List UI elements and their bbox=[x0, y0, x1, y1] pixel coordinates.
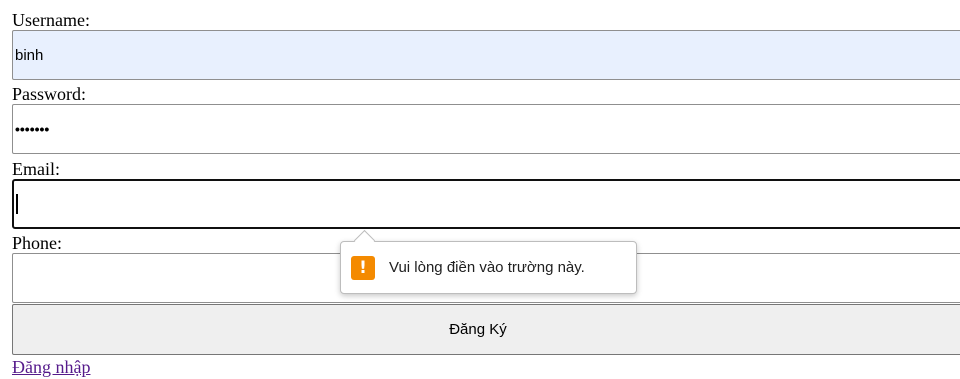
password-value: ••••••• bbox=[15, 121, 50, 137]
login-link[interactable]: Đăng nhập bbox=[12, 357, 90, 377]
email-label: Email: bbox=[12, 159, 60, 179]
validation-message: Vui lòng điền vào trường này. bbox=[389, 259, 585, 276]
username-input[interactable]: binh bbox=[12, 30, 960, 80]
username-value: binh bbox=[15, 46, 44, 64]
tooltip-arrow bbox=[353, 229, 376, 252]
text-caret bbox=[16, 194, 18, 214]
register-button[interactable]: Đăng Ký bbox=[12, 304, 960, 355]
password-label: Password: bbox=[12, 84, 87, 104]
username-label: Username: bbox=[12, 10, 90, 30]
email-input[interactable] bbox=[12, 179, 960, 229]
password-input[interactable]: ••••••• bbox=[12, 104, 960, 154]
phone-label: Phone: bbox=[12, 233, 63, 253]
validation-tooltip: ! Vui lòng điền vào trường này. bbox=[340, 229, 637, 294]
warning-icon: ! bbox=[351, 255, 375, 280]
